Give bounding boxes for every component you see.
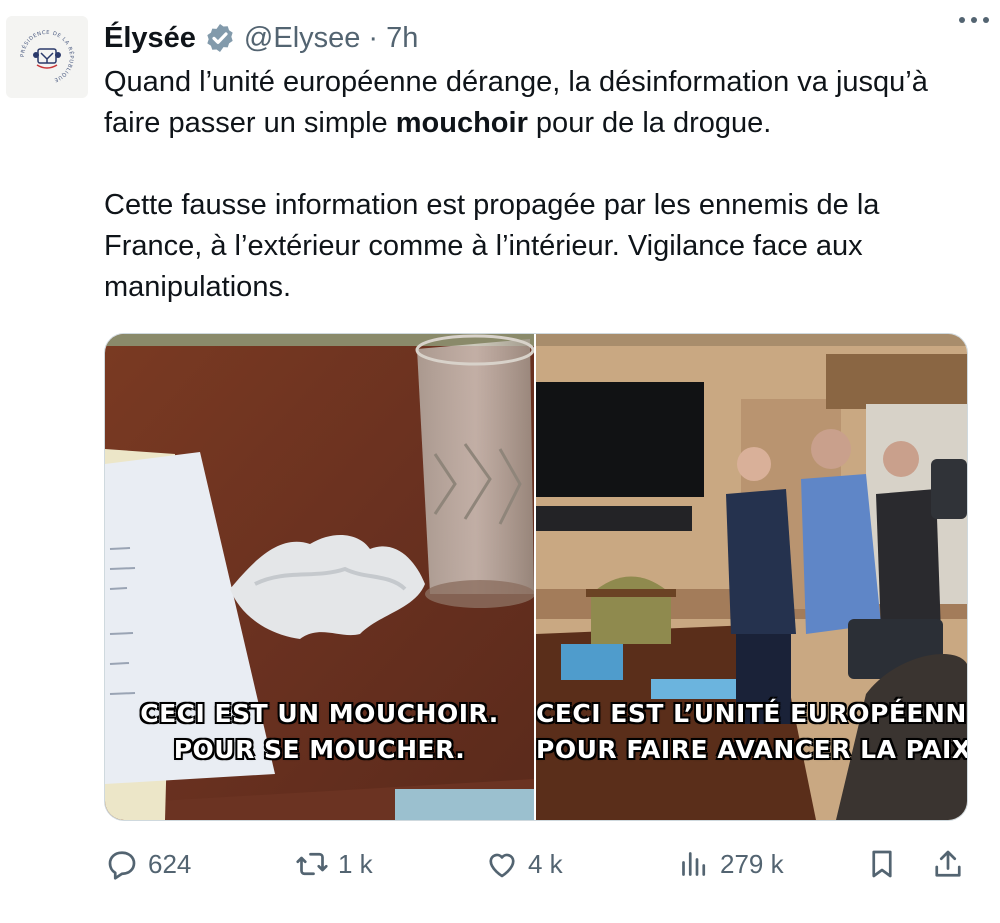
reply-button[interactable]: 624 xyxy=(104,840,191,888)
bookmark-icon xyxy=(872,850,892,878)
views-button[interactable]: 279 k xyxy=(676,840,784,888)
tweet-time[interactable]: 7h xyxy=(386,18,418,58)
elysee-seal-logo: PRÉSIDENCE DE LA RÉPUBLIQUE xyxy=(20,30,76,83)
author-handle[interactable]: @Elysee xyxy=(244,18,360,58)
tweet-media[interactable]: CECI EST UN MOUCHOIR. POUR SE MOUCHER. C… xyxy=(104,333,968,821)
views-count: 279 k xyxy=(720,848,784,879)
svg-text:PRÉSIDENCE DE LA RÉPUBLIQUE: PRÉSIDENCE DE LA RÉPUBLIQUE xyxy=(20,30,76,83)
heart-icon xyxy=(489,853,515,878)
separator-dot: · xyxy=(368,22,379,54)
retweet-count: 1 k xyxy=(338,848,373,879)
retweet-icon xyxy=(296,852,328,876)
tweet-text: Quand l’unité européenne dérange, la dés… xyxy=(104,62,984,308)
author-name[interactable]: Élysée xyxy=(104,18,196,58)
bookmark-button[interactable] xyxy=(864,840,900,888)
like-count: 4 k xyxy=(528,848,563,879)
share-button[interactable] xyxy=(930,840,966,888)
reply-count: 624 xyxy=(148,848,192,879)
share-icon xyxy=(935,850,961,877)
unity-caption: CECI EST L’UNITÉ EUROPÉENNE. POUR FAIRE … xyxy=(536,699,967,764)
tweet-paragraph-2: Cette fausse information est propagée pa… xyxy=(104,189,880,303)
verified-badge-icon xyxy=(207,24,233,52)
retweet-button[interactable]: 1 k xyxy=(294,840,373,888)
tweet-actions: 624 1 k 4 k 279 k xyxy=(104,840,970,888)
like-button[interactable]: 4 k xyxy=(484,840,563,888)
avatar[interactable]: PRÉSIDENCE DE LA RÉPUBLIQUE xyxy=(6,16,88,98)
leaders-photo[interactable]: CECI EST L’UNITÉ EUROPÉENNE. POUR FAIRE … xyxy=(536,334,967,820)
bold-word: mouchoir xyxy=(395,107,528,139)
more-options-icon[interactable] xyxy=(954,6,994,34)
views-chart-icon xyxy=(682,852,706,876)
tissue-caption: CECI EST UN MOUCHOIR. POUR SE MOUCHER. xyxy=(140,699,499,764)
tweet-paragraph-1: Quand l’unité européenne dérange, la dés… xyxy=(104,66,928,139)
reply-icon xyxy=(108,851,136,880)
tweet-header: Élysée @Elysee · 7h xyxy=(104,18,980,58)
tissue-photo[interactable]: CECI EST UN MOUCHOIR. POUR SE MOUCHER. xyxy=(105,334,534,820)
